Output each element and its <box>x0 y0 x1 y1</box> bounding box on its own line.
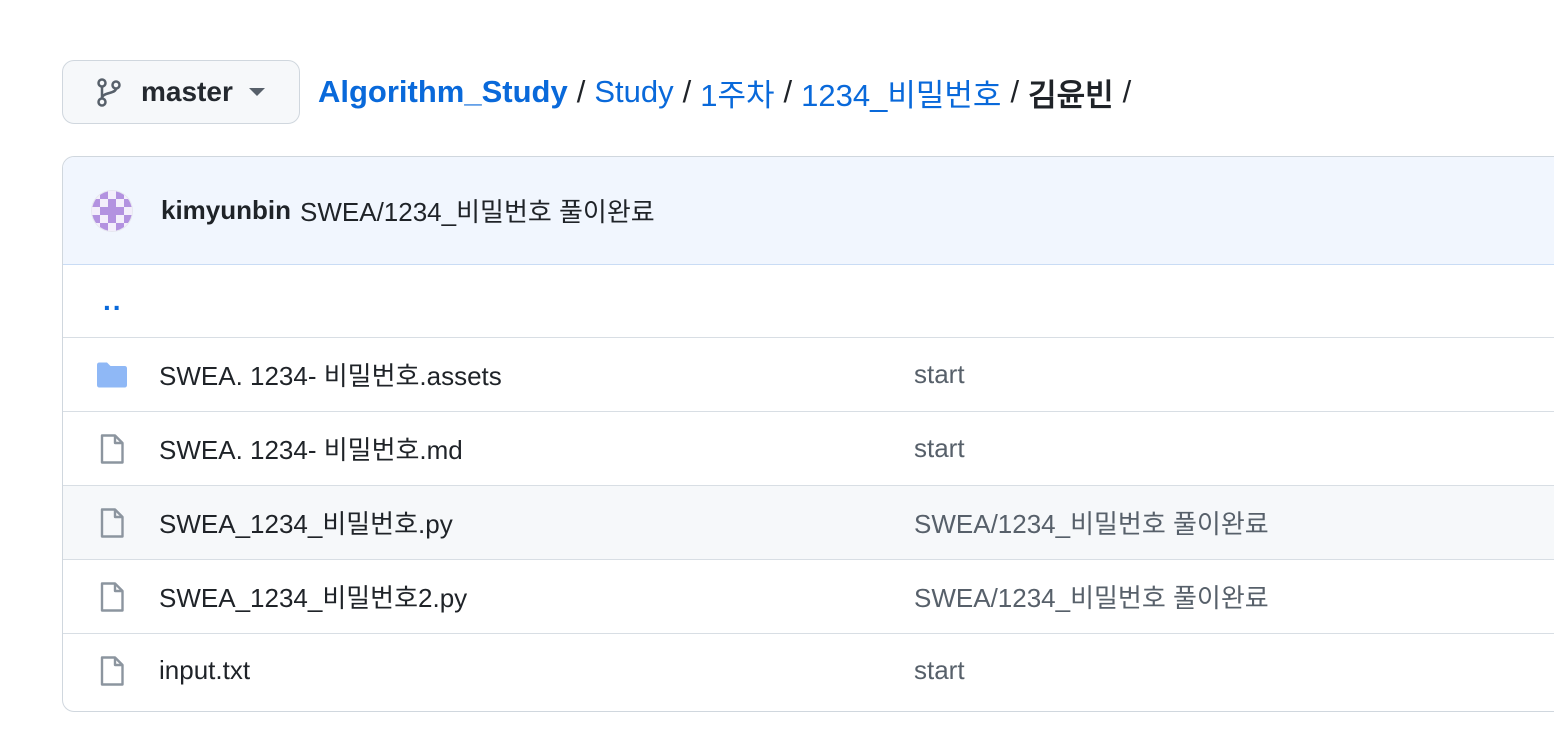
parent-directory-row[interactable]: .. <box>63 265 1554 337</box>
file-name-link[interactable]: SWEA_1234_비밀번호.py <box>159 504 914 541</box>
breadcrumb-current: 김윤빈 <box>1028 77 1114 113</box>
file-commit-message[interactable]: start <box>914 359 965 390</box>
breadcrumb-link-week1[interactable]: 1주차 <box>700 70 774 115</box>
file-icon <box>63 581 159 613</box>
file-commit-message[interactable]: SWEA/1234_비밀번호 풀이완료 <box>914 578 1269 615</box>
latest-commit-bar: kimyunbin SWEA/1234_비밀번호 풀이완료 <box>63 157 1554 265</box>
avatar[interactable] <box>91 189 133 232</box>
branch-name: master <box>141 76 233 107</box>
file-icon <box>63 433 159 465</box>
commit-message-link[interactable]: SWEA/1234_비밀번호 풀이완료 <box>300 192 655 229</box>
file-name-link[interactable]: SWEA. 1234- 비밀번호.md <box>159 430 914 467</box>
file-commit-message[interactable]: start <box>914 655 965 686</box>
file-row[interactable]: SWEA_1234_비밀번호.py SWEA/1234_비밀번호 풀이완료 <box>63 485 1554 559</box>
file-row[interactable]: SWEA. 1234- 비밀번호.md start <box>63 411 1554 485</box>
breadcrumb-separator: / <box>1010 74 1020 109</box>
breadcrumb-separator: / <box>1122 74 1132 109</box>
file-icon <box>63 507 159 539</box>
file-commit-message[interactable]: SWEA/1234_비밀번호 풀이완료 <box>914 504 1269 541</box>
file-name-link[interactable]: SWEA. 1234- 비밀번호.assets <box>159 356 914 393</box>
branch-select-button[interactable]: master <box>62 60 300 124</box>
file-name-link[interactable]: input.txt <box>159 655 914 686</box>
breadcrumb-separator: / <box>783 74 793 109</box>
parent-directory-link[interactable]: .. <box>103 285 123 317</box>
file-row[interactable]: input.txt start <box>63 633 1554 707</box>
file-row[interactable]: SWEA_1234_비밀번호2.py SWEA/1234_비밀번호 풀이완료 <box>63 559 1554 633</box>
commit-author-link[interactable]: kimyunbin <box>161 195 291 226</box>
breadcrumb-repo-link[interactable]: Algorithm_Study <box>318 74 568 110</box>
file-row[interactable]: SWEA. 1234- 비밀번호.assets start <box>63 337 1554 411</box>
file-name-link[interactable]: SWEA_1234_비밀번호2.py <box>159 578 914 615</box>
breadcrumb: Algorithm_Study / Study / 1주차 / 1234_비밀번… <box>318 70 1140 115</box>
file-browser: kimyunbin SWEA/1234_비밀번호 풀이완료 .. SWEA. 1… <box>62 156 1554 712</box>
breadcrumb-separator: / <box>576 74 586 109</box>
folder-icon <box>63 361 159 389</box>
git-branch-icon <box>95 77 123 107</box>
chevron-down-icon <box>248 88 265 96</box>
breadcrumb-separator: / <box>682 74 692 109</box>
breadcrumb-link-problem[interactable]: 1234_비밀번호 <box>801 70 1001 115</box>
file-icon <box>63 655 159 687</box>
repo-nav: master Algorithm_Study / Study / 1주차 / 1… <box>62 60 1140 124</box>
file-commit-message[interactable]: start <box>914 433 965 464</box>
breadcrumb-link-study[interactable]: Study <box>594 74 673 110</box>
